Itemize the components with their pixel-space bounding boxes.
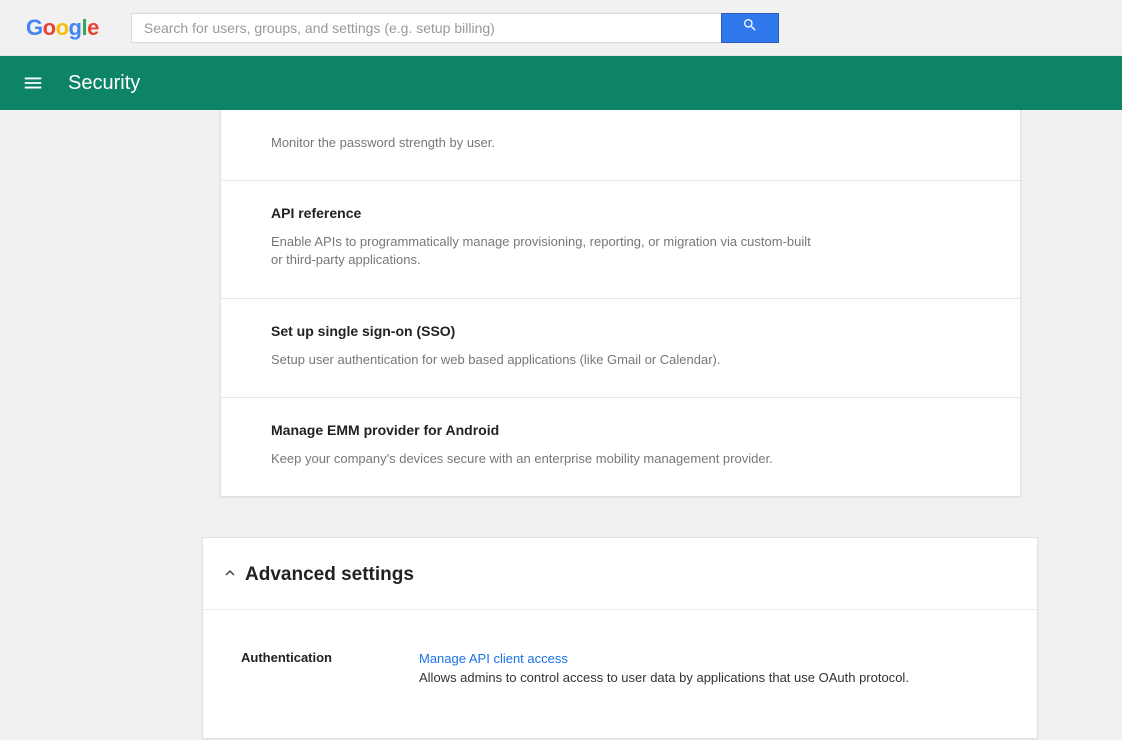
advanced-section-content: Manage API client access Allows admins t…	[419, 650, 1019, 688]
security-settings-list: Monitor the password strength by user. A…	[220, 110, 1021, 497]
content-area: Monitor the password strength by user. A…	[0, 110, 1122, 740]
search-button[interactable]	[721, 13, 779, 43]
advanced-settings-title: Advanced settings	[245, 564, 414, 586]
card-password-monitoring[interactable]: Monitor the password strength by user.	[221, 110, 1020, 180]
card-emm-android[interactable]: Manage EMM provider for Android Keep you…	[221, 397, 1020, 496]
top-bar: Google	[0, 0, 1122, 56]
app-bar: Security	[0, 56, 1122, 110]
manage-api-client-access-link[interactable]: Manage API client access	[419, 650, 1019, 669]
advanced-settings-card: Advanced settings Authentication Manage …	[202, 537, 1038, 739]
card-title: Set up single sign-on (SSO)	[271, 323, 970, 339]
search-input[interactable]	[131, 13, 721, 43]
advanced-settings-body: Authentication Manage API client access …	[203, 610, 1037, 738]
card-desc: Enable APIs to programmatically manage p…	[271, 233, 811, 269]
card-title: Manage EMM provider for Android	[271, 422, 970, 438]
card-title: API reference	[271, 205, 970, 221]
page-title: Security	[68, 72, 140, 95]
advanced-settings-toggle[interactable]: Advanced settings	[203, 538, 1037, 610]
advanced-section-label: Authentication	[241, 650, 419, 688]
card-desc: Monitor the password strength by user.	[271, 134, 811, 152]
hamburger-menu-icon[interactable]	[22, 72, 44, 94]
search-wrap	[131, 13, 779, 43]
card-desc: Setup user authentication for web based …	[271, 351, 811, 369]
google-logo[interactable]: Google	[26, 15, 99, 41]
card-desc: Keep your company's devices secure with …	[271, 450, 811, 468]
search-icon	[742, 17, 758, 38]
card-api-reference[interactable]: API reference Enable APIs to programmati…	[221, 180, 1020, 297]
advanced-link-desc: Allows admins to control access to user …	[419, 669, 1019, 688]
card-sso[interactable]: Set up single sign-on (SSO) Setup user a…	[221, 298, 1020, 397]
chevron-up-icon	[221, 564, 245, 587]
